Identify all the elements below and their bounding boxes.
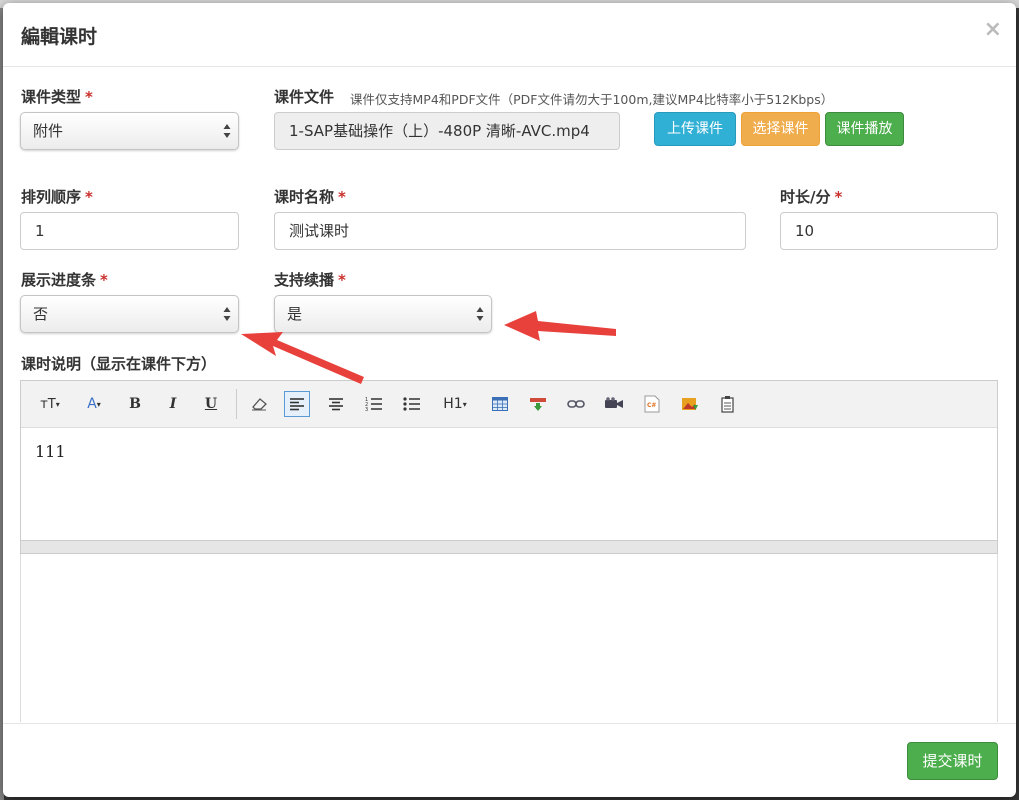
upload-courseware-button[interactable]: 上传课件 [654,112,736,146]
course-file-label: 课件文件 [274,88,335,106]
edit-lesson-modal: 編輯课时 × 课件类型 * 附件 课件文件 课件仅支持MP4和PDF文件（PDF文… [3,3,1016,797]
svg-text:C#: C# [647,402,656,409]
modal-header: 編輯课时 × [3,3,1016,67]
svg-text:3: 3 [365,407,368,412]
image-icon[interactable] [677,391,703,417]
submit-lesson-button[interactable]: 提交课时 [907,742,998,780]
course-type-select[interactable]: 附件 [20,112,239,150]
font-color-icon[interactable]: A ▾ [81,391,107,417]
lesson-name-input[interactable]: 测试课时 [274,212,746,250]
table-icon[interactable] [487,391,513,417]
course-file-hint: 课件仅支持MP4和PDF文件（PDF文件请勿大于100m,建议MP4比特率小于5… [350,92,834,107]
support-resume-label: 支持续播 * [274,271,346,289]
show-progress-label: 展示进度条 * [21,271,108,289]
underline-icon[interactable]: U [198,391,224,417]
description-label: 课时说明（显示在课件下方） [21,355,217,373]
toolbar-separator [236,389,237,419]
heading-icon[interactable]: H1 ▾ [439,391,471,417]
modal-title: 編輯课时 [21,26,98,48]
close-button[interactable]: × [984,19,1002,41]
select-courseware-button[interactable]: 选择课件 [741,112,820,146]
eraser-icon[interactable] [246,391,272,417]
editor-toolbar: тT ▾ A ▾ B I U 123 H1 ▾ C# [21,381,997,428]
align-center-icon[interactable] [323,391,349,417]
duration-label: 时长/分 * [780,188,843,206]
course-file-input[interactable]: 1-SAP基础操作（上）-480P 清晰-AVC.mp4 [274,112,620,150]
italic-icon[interactable]: I [160,391,186,417]
paste-icon[interactable] [715,391,741,417]
support-resume-select[interactable]: 是 [274,295,492,333]
editor-blank-area [20,554,998,722]
editor-statusbar [21,540,997,553]
select-arrows-icon [223,124,231,138]
show-progress-select[interactable]: 否 [20,295,239,333]
select-arrows-icon [476,307,484,321]
lesson-name-label: 课时名称 * [274,188,346,206]
duration-input[interactable]: 10 [780,212,998,250]
align-left-icon[interactable] [284,391,310,417]
font-size-icon[interactable]: тT ▾ [35,391,65,417]
sort-order-input[interactable]: 1 [20,212,239,250]
modal-footer: 提交课时 [3,723,1016,797]
course-type-label: 课件类型 * [21,88,93,106]
video-icon[interactable] [601,391,627,417]
link-icon[interactable] [563,391,589,417]
sort-order-label: 排列顺序 * [21,188,93,206]
editor-content[interactable]: 111 [21,428,997,540]
ordered-list-icon[interactable]: 123 [361,391,387,417]
code-icon[interactable]: C# [639,391,665,417]
unordered-list-icon[interactable] [399,391,425,417]
annotation-arrow-resume [504,311,616,341]
select-arrows-icon [223,307,231,321]
play-courseware-button[interactable]: 课件播放 [825,112,904,146]
bold-icon[interactable]: B [122,391,148,417]
rich-text-editor: тT ▾ A ▾ B I U 123 H1 ▾ C# 111 [20,380,998,554]
insert-row-icon[interactable] [525,391,551,417]
